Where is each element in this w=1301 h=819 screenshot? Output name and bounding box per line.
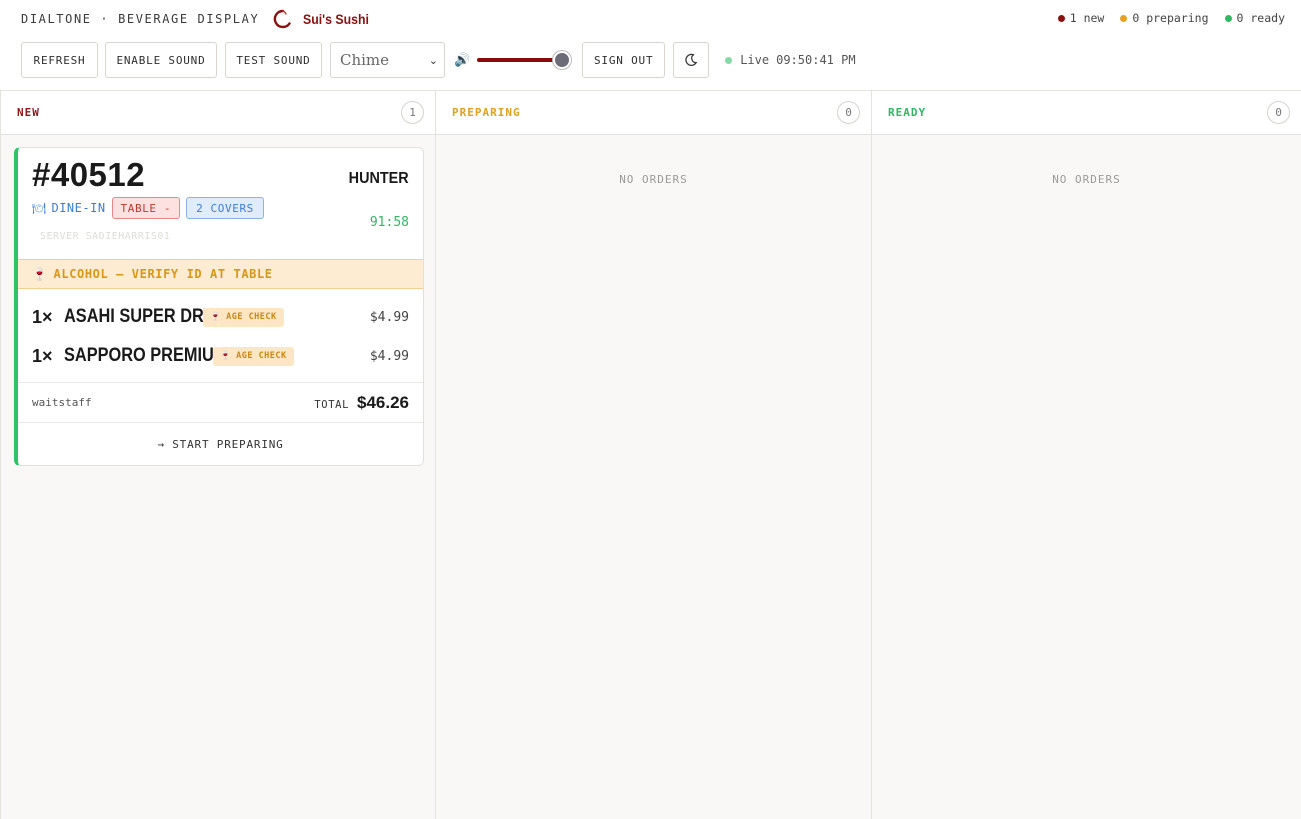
volume-slider-track bbox=[477, 58, 566, 62]
order-board: NEW 1 #40512 HUNTER 🍽 DINE-IN TABLE - 2 … bbox=[0, 91, 1301, 819]
plate-icon: 🍽 bbox=[32, 201, 47, 215]
customer-name: HUNTER bbox=[348, 170, 409, 187]
order-summary: 1 new 0 preparing 0 ready bbox=[1057, 11, 1285, 25]
moon-icon bbox=[685, 53, 698, 66]
covers-badge: 2 COVERS bbox=[186, 197, 264, 219]
test-sound-button[interactable]: TEST SOUND bbox=[225, 42, 322, 78]
total-value: $46.26 bbox=[357, 392, 409, 412]
order-footer: waitstaff TOTAL $46.26 bbox=[18, 382, 423, 422]
table-badge: TABLE - bbox=[111, 197, 181, 219]
order-tags: 🍽 DINE-IN TABLE - 2 COVERS bbox=[32, 196, 264, 220]
column-new-title: NEW bbox=[17, 106, 40, 119]
restaurant-name: Sui's Sushi bbox=[303, 11, 370, 27]
wine-glass-icon: 🍷 bbox=[220, 351, 232, 361]
live-label: Live bbox=[740, 53, 770, 67]
empty-state: NO ORDERS bbox=[619, 173, 688, 186]
server-name: SERVER SADIEHARRIS01 bbox=[40, 231, 171, 242]
order-number: #40512 bbox=[32, 156, 146, 193]
volume-slider[interactable] bbox=[477, 50, 575, 70]
wine-glass-icon: 🍷 bbox=[210, 312, 222, 322]
column-preparing-title: PREPARING bbox=[452, 106, 521, 119]
order-timer: 91:58 bbox=[369, 215, 409, 230]
total-label: TOTAL bbox=[314, 398, 349, 411]
enable-sound-button[interactable]: ENABLE SOUND bbox=[105, 42, 217, 78]
summary-ready-label: 0 ready bbox=[1236, 11, 1285, 25]
alcohol-alert-text: ALCOHOL — VERIFY ID AT TABLE bbox=[53, 267, 273, 281]
column-preparing-header: PREPARING 0 bbox=[436, 91, 871, 135]
column-ready-count: 0 bbox=[1267, 101, 1290, 124]
dine-in-label: DINE-IN bbox=[51, 201, 106, 215]
ready-status-dot bbox=[1224, 14, 1232, 22]
sound-select[interactable]: Chime ⌄ bbox=[330, 42, 445, 78]
summary-new: 1 new bbox=[1057, 11, 1105, 25]
item-name: ASAHI SUPER DRY bbox=[64, 306, 215, 327]
brand-row: DIALTONE · BEVERAGE DISPLAY Sui's Sushi bbox=[21, 9, 378, 29]
app-name: DIALTONE · BEVERAGE DISPLAY bbox=[21, 12, 260, 26]
wine-glass-icon: 🍷 bbox=[32, 267, 48, 281]
toolbar: REFRESH ENABLE SOUND TEST SOUND Chime ⌄ … bbox=[21, 42, 856, 78]
speaker-icon: 🔊 bbox=[454, 52, 471, 68]
volume-slider-thumb[interactable] bbox=[553, 51, 572, 69]
column-preparing: PREPARING 0 NO ORDERS bbox=[436, 91, 872, 819]
age-check-label: AGE CHECK bbox=[236, 351, 287, 361]
order-total: TOTAL $46.26 bbox=[314, 393, 409, 413]
preparing-status-dot bbox=[1120, 14, 1128, 22]
age-check-badge: 🍷 AGE CHECK bbox=[213, 346, 294, 366]
column-ready-title: READY bbox=[888, 106, 927, 119]
summary-preparing: 0 preparing bbox=[1120, 11, 1209, 25]
summary-new-label: 1 new bbox=[1069, 11, 1105, 25]
list-item: 1× SAPPORO PREMIUM 🍷 AGE CHECK $4.99 bbox=[32, 344, 409, 368]
item-price: $4.99 bbox=[369, 348, 409, 364]
column-new-header: NEW 1 bbox=[1, 91, 435, 135]
alcohol-alert: 🍷 ALCOHOL — VERIFY ID AT TABLE bbox=[18, 259, 423, 289]
empty-state: NO ORDERS bbox=[1052, 173, 1121, 186]
live-time: 09:50:41 PM bbox=[776, 53, 856, 67]
order-source: waitstaff bbox=[32, 396, 92, 409]
theme-toggle-button[interactable] bbox=[673, 42, 710, 78]
item-price: $4.99 bbox=[369, 309, 409, 325]
chevron-down-icon: ⌄ bbox=[428, 53, 438, 67]
order-card[interactable]: #40512 HUNTER 🍽 DINE-IN TABLE - 2 COVERS… bbox=[14, 147, 424, 466]
item-name: SAPPORO PREMIUM bbox=[64, 345, 228, 366]
sound-select-value: Chime bbox=[340, 51, 390, 69]
age-check-badge: 🍷 AGE CHECK bbox=[203, 307, 284, 327]
column-ready: READY 0 NO ORDERS bbox=[872, 91, 1301, 819]
sign-out-button[interactable]: SIGN OUT bbox=[582, 42, 666, 78]
live-dot bbox=[725, 56, 733, 64]
dine-in-tag: 🍽 DINE-IN bbox=[32, 201, 106, 215]
item-quantity: 1× bbox=[32, 306, 53, 327]
item-quantity: 1× bbox=[32, 345, 53, 366]
age-check-label: AGE CHECK bbox=[226, 312, 277, 322]
app-header: DIALTONE · BEVERAGE DISPLAY Sui's Sushi … bbox=[0, 0, 1301, 91]
refresh-button[interactable]: REFRESH bbox=[21, 42, 98, 78]
new-status-dot bbox=[1057, 14, 1065, 22]
column-preparing-count: 0 bbox=[837, 101, 860, 124]
start-preparing-button[interactable]: → START PREPARING bbox=[18, 422, 423, 465]
list-item: 1× ASAHI SUPER DRY 🍷 AGE CHECK $4.99 bbox=[32, 305, 409, 329]
brand-swirl-icon bbox=[273, 9, 291, 29]
summary-ready: 0 ready bbox=[1224, 11, 1285, 25]
live-indicator: Live 09:50:41 PM bbox=[725, 53, 856, 67]
summary-preparing-label: 0 preparing bbox=[1132, 11, 1209, 25]
column-new-count: 1 bbox=[401, 101, 424, 124]
column-new: NEW 1 #40512 HUNTER 🍽 DINE-IN TABLE - 2 … bbox=[1, 91, 436, 819]
column-ready-header: READY 0 bbox=[872, 91, 1301, 135]
